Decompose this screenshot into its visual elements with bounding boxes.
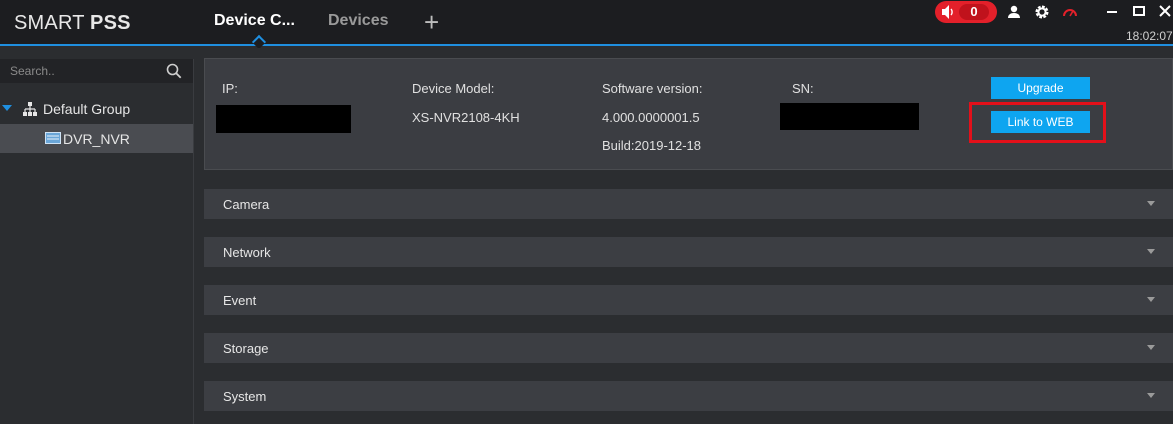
logo-bold-text: PSS — [90, 12, 131, 34]
expand-arrow-icon[interactable] — [1147, 201, 1155, 206]
model-value: XS-NVR2108-4KH — [412, 110, 520, 125]
speaker-icon — [942, 5, 953, 19]
section-camera[interactable]: Camera — [204, 189, 1173, 219]
device-config-panel: IP: Device Model: XS-NVR2108-4KH Softwar… — [194, 48, 1173, 424]
tab-devices[interactable]: Devices — [328, 12, 389, 46]
ip-value-redacted — [216, 105, 351, 133]
section-label: Network — [223, 245, 271, 260]
search-icon[interactable] — [166, 63, 182, 79]
group-tree-icon — [23, 102, 37, 116]
model-label: Device Model: — [412, 81, 495, 96]
alarm-badge[interactable]: 0 — [935, 1, 997, 23]
section-event[interactable]: Event — [204, 285, 1173, 315]
expand-arrow-icon[interactable] — [1147, 249, 1155, 254]
close-icon[interactable] — [1157, 3, 1173, 19]
tab-device-config[interactable]: Device C... — [214, 12, 295, 46]
build-value: Build:2019-12-18 — [602, 138, 702, 153]
gauge-icon[interactable] — [1062, 4, 1078, 20]
section-label: Camera — [223, 197, 270, 212]
section-storage[interactable]: Storage — [204, 333, 1173, 363]
tree-group-default[interactable]: Default Group — [0, 96, 193, 122]
section-label: Storage — [223, 341, 269, 356]
search-box — [0, 59, 193, 83]
sn-label: SN: — [792, 81, 814, 96]
ip-label: IP: — [222, 81, 238, 96]
expand-arrow-icon[interactable] — [1147, 345, 1155, 350]
section-network[interactable]: Network — [204, 237, 1173, 267]
section-system[interactable]: System — [204, 381, 1173, 411]
upgrade-button[interactable]: Upgrade — [991, 77, 1090, 99]
section-label: System — [223, 389, 267, 404]
app-logo: SMART PSS — [14, 12, 131, 35]
section-label: Event — [223, 293, 257, 308]
alarm-count: 0 — [959, 4, 989, 20]
search-input[interactable] — [0, 59, 160, 83]
minimize-icon[interactable] — [1104, 3, 1120, 19]
tree-group-label: Default Group — [43, 101, 131, 117]
tree-device-label: DVR_NVR — [63, 131, 130, 147]
user-icon[interactable] — [1006, 4, 1022, 20]
clock: 18:02:07 — [1126, 29, 1173, 43]
highlight-box — [969, 102, 1106, 143]
device-info-card: IP: Device Model: XS-NVR2108-4KH Softwar… — [204, 58, 1173, 170]
maximize-icon[interactable] — [1131, 3, 1147, 19]
tree-device-dvr-nvr[interactable]: DVR_NVR — [0, 124, 193, 153]
expand-caret-icon[interactable] — [2, 105, 12, 111]
title-bar: SMART PSS Device C... Devices + 0 18:02:… — [0, 0, 1173, 46]
software-value: 4.000.0000001.5 — [602, 110, 700, 125]
logo-light-text: SMART — [14, 12, 91, 34]
software-label: Software version: — [602, 81, 703, 96]
device-tree-sidebar: Default Group DVR_NVR — [0, 59, 194, 424]
sn-value-redacted — [780, 103, 919, 130]
expand-arrow-icon[interactable] — [1147, 393, 1155, 398]
expand-arrow-icon[interactable] — [1147, 297, 1155, 302]
plus-icon[interactable]: + — [424, 9, 439, 35]
device-icon — [45, 132, 61, 144]
gear-icon[interactable] — [1034, 4, 1050, 20]
